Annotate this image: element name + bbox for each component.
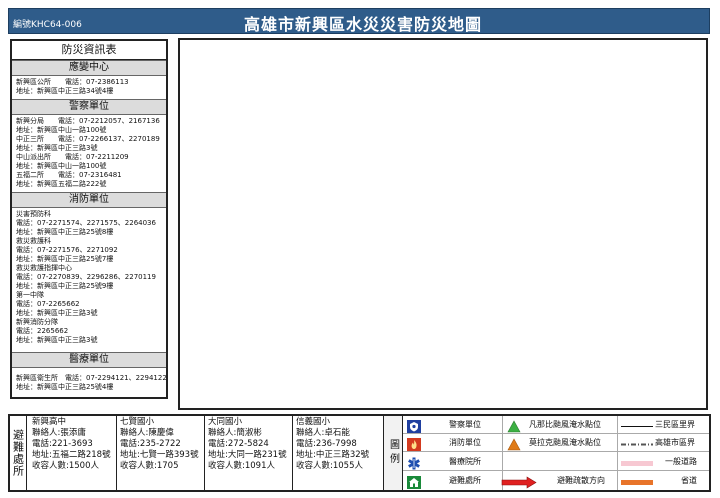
entry-address: 地址：新興區五福二路222號 [16,180,107,188]
shelter-contact: 聯絡人:陳慶偉 [120,428,174,438]
section-fire: 災害預防科 電話：07-2271574、2271575、2264036 地址：新… [12,208,166,352]
header-bar: 編號KHC64-006 高雄市新興區水災災害防災地圖 [8,8,710,34]
orange-triangle-icon [507,436,521,451]
shelter-phone: 電話:236-7998 [296,439,357,449]
legend-text: 一般道路 [665,457,697,466]
legend-text: 醫療院所 [449,457,481,466]
entry-address: 地址：新興區中正三路25號7樓 [16,255,114,263]
shelter-item: 七賢國小 聯絡人:陳慶偉 電話:235-2722 地址:七賢一路393號 收容人… [117,416,205,490]
section-heading-fire: 消防單位 [12,192,166,208]
shelter-address: 地址:中正三路32號 [296,450,370,460]
entry-line: 電話：2265662 [16,327,69,335]
map-area [178,38,708,410]
fire-station-icon [407,436,421,451]
entry-address: 地址：新興區中正三路3號 [16,336,98,344]
entry-line: 中山派出所 電話：07-2211209 [16,153,129,161]
shelter-name: 新興高中 [32,417,67,427]
section-heading-medical: 醫療單位 [12,352,166,368]
legend-text: 消防單位 [449,438,481,447]
section-heading-response: 應變中心 [12,60,166,76]
police-badge-icon [407,418,421,433]
shelter-item: 信義國小 聯絡人:卓石能 電話:236-7998 地址:中正三路32號 收容人數… [293,416,381,490]
shelter-phone: 電話:235-2722 [120,439,181,449]
legend-row: 警察單位 凡那比颱風淹水點位 三民區里界 [403,416,709,434]
legend-text: 避難疏散方向 [557,476,605,485]
legend-label: 圖例 [383,416,403,490]
entry-address: 地址：新興區中山一路100號 [16,126,107,134]
entry-line: 災害預防科 [16,210,51,218]
legend-text: 高雄市區界 [655,438,695,447]
shelter-name: 大同國小 [208,417,243,427]
entry-line: 救災救護科 [16,237,51,245]
shelter-house-icon [407,474,421,489]
entry-line: 新興分局 電話：07-2212057、2167136 [16,117,160,125]
section-response: 新興區公所 電話：07-2386113 地址：新興區中正三路34號4樓 [12,76,166,99]
info-panel: 防災資訊表 應變中心 新興區公所 電話：07-2386113 地址：新興區中正三… [10,39,168,399]
entry-line: 第一中隊 [16,291,44,299]
entry-address: 地址：新興區中正三路3號 [16,144,98,152]
shelter-capacity: 收容人數:1500人 [32,461,99,471]
shelter-address: 地址:大同一路231號 [208,450,287,460]
dash-dot-line-icon [621,436,653,449]
medical-star-icon [407,455,421,470]
legend-text: 警察單位 [449,420,481,429]
legend-text: 莫拉克颱風淹水點位 [529,438,601,447]
disaster-map-page: 編號KHC64-006 高雄市新興區水災災害防災地圖 防災資訊表 應變中心 新興… [0,0,720,498]
entry-line: 新興區公所 電話：07-2386113 [16,78,129,86]
shelter-label: 避難處所 [10,416,27,490]
orange-band-icon [621,474,653,487]
legend-row: 消防單位 莫拉克颱風淹水點位 高雄市區界 [403,434,709,452]
shelter-capacity: 收容人數:1091人 [208,461,275,471]
legend-text: 避難處所 [449,476,481,485]
entry-address: 地址：新興區中正三路3號 [16,309,98,317]
entry-line: 五福二所 電話：07-2316481 [16,171,122,179]
legend-row: 避難處所 避難疏散方向 省道 [403,472,709,489]
shelter-name: 七賢國小 [120,417,155,427]
legend: 警察單位 凡那比颱風淹水點位 三民區里界 消防單位 莫拉克颱風淹水點位 高雄市區… [403,416,709,490]
entry-line: 新興消防分隊 [16,318,58,326]
section-police: 新興分局 電話：07-2212057、2167136 地址：新興區中山一路100… [12,115,166,192]
shelter-contact: 聯絡人:簡淑彬 [208,428,262,438]
entry-line: 電話：07-2270839、2296286、2270119 [16,273,156,281]
legend-text: 凡那比颱風淹水點位 [529,420,601,429]
black-line-icon [621,418,653,431]
shelter-capacity: 收容人數:1055人 [296,461,363,471]
legend-text: 省道 [681,476,697,485]
legend-text: 三民區里界 [655,420,695,429]
shelter-capacity: 收容人數:1705 [120,461,179,471]
entry-address: 地址：新興區中正三路25號9樓 [16,282,114,290]
shelter-item: 大同國小 聯絡人:簡淑彬 電話:272-5824 地址:大同一路231號 收容人… [205,416,293,490]
entry-address: 地址：新興區中正三路25號8樓 [16,228,114,236]
entry-line: 中正三所 電話：07-2266137、2270189 [16,135,160,143]
entry-address: 地址：新興區中正三路34號4樓 [16,87,114,95]
pink-band-icon [621,455,653,468]
page-title: 高雄市新興區水災災害防災地圖 [244,15,483,34]
green-triangle-icon [507,418,521,433]
red-arrow-icon [501,474,537,489]
entry-line: 新興區衛生所 電話：07-2294121、2294122 [16,374,167,382]
shelter-address: 地址:七賢一路393號 [120,450,199,460]
entry-line: 救災救護指揮中心 [16,264,72,272]
shelter-contact: 聯絡人:張添庸 [32,428,86,438]
entry-line: 電話：07-2271576、2271092 [16,246,118,254]
section-heading-police: 警察單位 [12,99,166,115]
shelter-list: 新興高中 聯絡人:張添庸 電話:221-3693 地址:五福二路218號 收容人… [29,416,383,490]
section-medical: 新興區衛生所 電話：07-2294121、2294122 地址：新興區中正三路2… [12,368,166,395]
shelter-phone: 電話:272-5824 [208,439,269,449]
shelter-phone: 電話:221-3693 [32,439,93,449]
entry-line: 電話：07-2265662 [16,300,80,308]
map-code: 編號KHC64-006 [13,20,82,30]
entry-line: 電話：07-2271574、2271575、2264036 [16,219,156,227]
entry-address: 地址：新興區中山一路100號 [16,162,107,170]
shelter-address: 地址:五福二路218號 [32,450,111,460]
entry-address: 地址：新興區中正三路25號4樓 [16,383,114,391]
info-title: 防災資訊表 [12,41,166,60]
legend-row: 醫療院所 一般道路 [403,453,709,471]
shelter-item: 新興高中 聯絡人:張添庸 電話:221-3693 地址:五福二路218號 收容人… [29,416,117,490]
shelter-contact: 聯絡人:卓石能 [296,428,350,438]
shelter-name: 信義國小 [296,417,331,427]
